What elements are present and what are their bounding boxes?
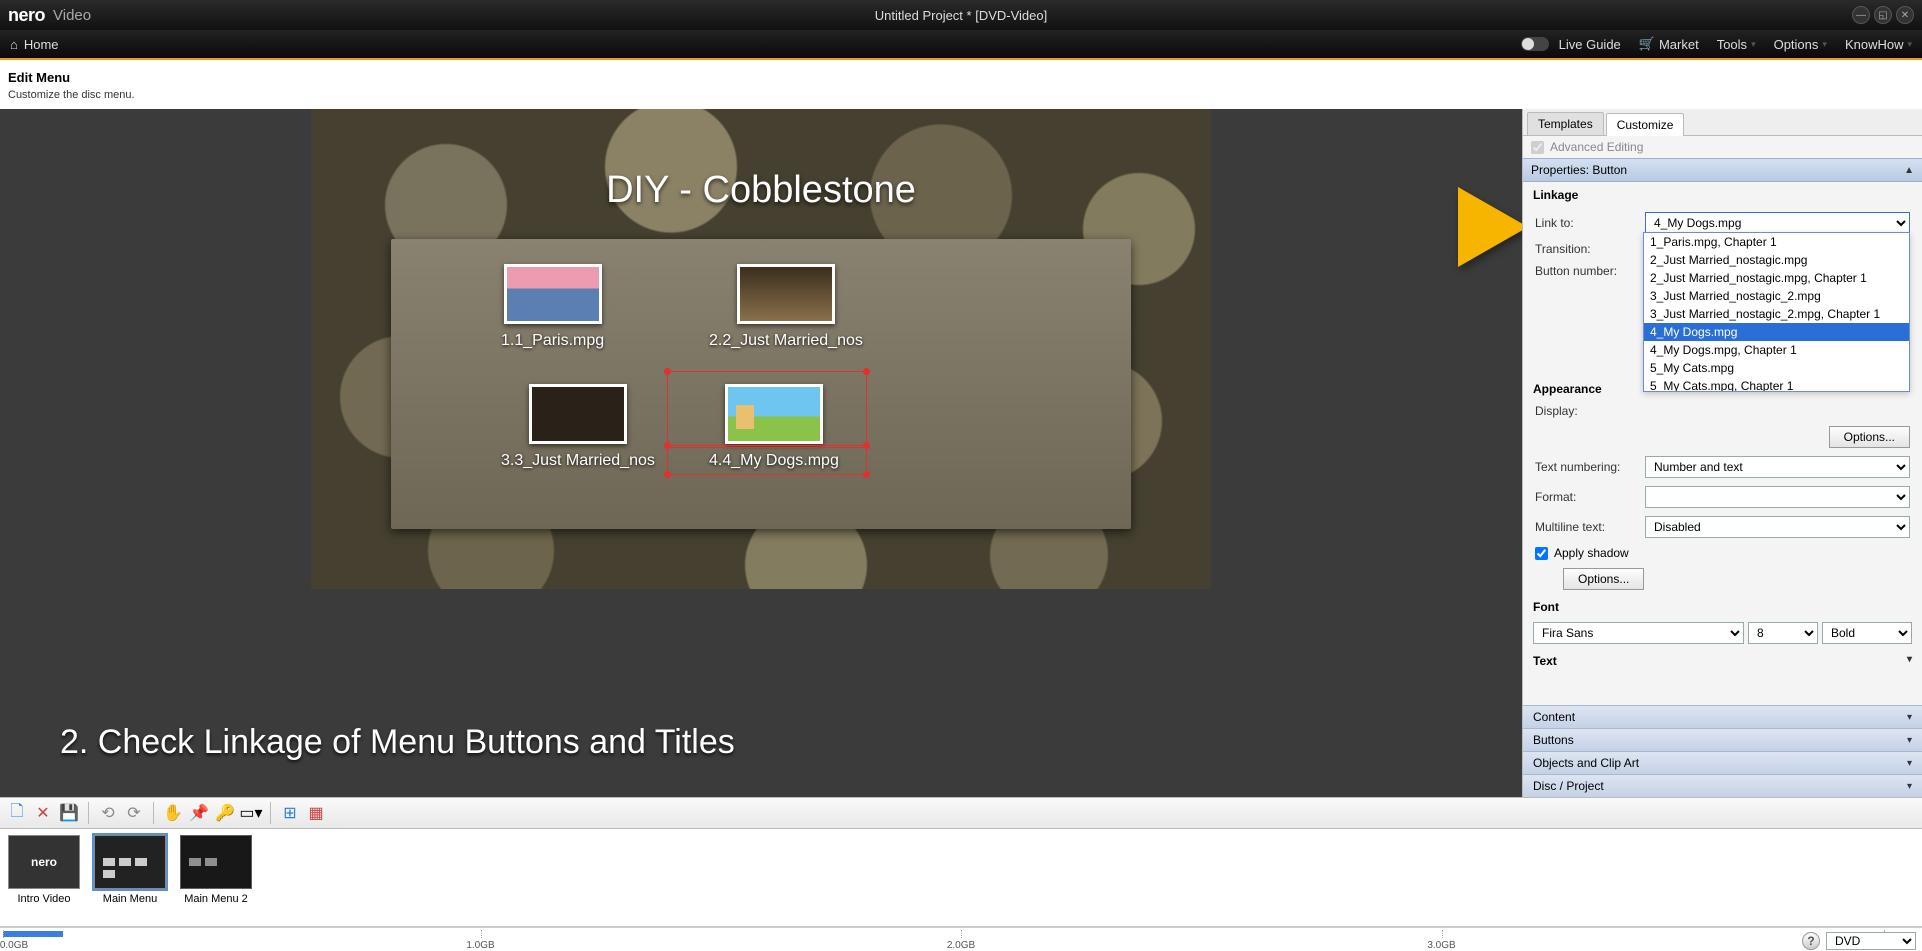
properties-header[interactable]: Properties: Button▲	[1523, 158, 1922, 182]
knowhow-menu[interactable]: KnowHow ▾	[1845, 37, 1912, 52]
titlebar: nero Video Untitled Project * [DVD-Video…	[0, 0, 1922, 30]
project-title: Untitled Project * [DVD-Video]	[875, 8, 1047, 23]
page-description: Customize the disc menu.	[0, 89, 1922, 109]
capacity-meter: 0.0GB 1.0GB 2.0GB 3.0GB 4.0GB ? DVD	[0, 927, 1922, 951]
tools-menu[interactable]: Tools ▾	[1717, 37, 1756, 52]
tutorial-arrow-icon	[1458, 187, 1522, 267]
thumb-main-menu-2[interactable]: Main Menu 2	[180, 835, 252, 905]
tab-customize[interactable]: Customize	[1606, 113, 1685, 136]
transition-label: Transition:	[1535, 242, 1645, 256]
layers-icon[interactable]: ▭▾	[240, 802, 262, 824]
format-select[interactable]	[1645, 486, 1910, 508]
editor-toolbar: 🗋 ✕ 💾 ⟲ ⟳ ✋ 📌 🔑 ▭▾ ⊞ ▦	[0, 797, 1922, 829]
menu-stage[interactable]: DIY - Cobblestone 1.1_Paris.mpg 2.2_Just…	[311, 109, 1211, 589]
multiline-label: Multiline text:	[1535, 520, 1645, 534]
link-option[interactable]: 5_My Cats.mpg, Chapter 1	[1644, 377, 1909, 392]
selection-box[interactable]	[667, 371, 867, 446]
link-to-select[interactable]: 4_My Dogs.mpg	[1645, 212, 1910, 234]
close-icon[interactable]: ✕	[1896, 6, 1914, 24]
link-option[interactable]: 1_Paris.mpg, Chapter 1	[1644, 233, 1909, 251]
disc-type-select[interactable]: DVD	[1826, 932, 1916, 950]
link-option[interactable]: 2_Just Married_nostagic.mpg	[1644, 251, 1909, 269]
brand-logo: nero	[8, 5, 45, 26]
live-guide-toggle[interactable]: Live Guide	[1521, 37, 1621, 52]
menu-thumbnails: nero Intro Video Main Menu Main Menu 2	[0, 829, 1922, 927]
linkage-header: Linkage	[1523, 182, 1922, 206]
font-size-select[interactable]: 8	[1748, 622, 1818, 644]
link-option[interactable]: 4_My Dogs.mpg, Chapter 1	[1644, 341, 1909, 359]
save-icon[interactable]: 💾	[58, 802, 80, 824]
accordion-disc[interactable]: Disc / Project▾	[1523, 774, 1922, 797]
new-icon[interactable]: 🗋	[6, 802, 28, 824]
apply-shadow-label: Apply shadow	[1554, 546, 1629, 560]
link-option[interactable]: 5_My Cats.mpg	[1644, 359, 1909, 377]
menubar: ⌂ Home Live Guide 🛒Market Tools ▾ Option…	[0, 30, 1922, 60]
button-number-label: Button number:	[1535, 264, 1645, 278]
font-header: Font	[1523, 594, 1922, 618]
undo-icon[interactable]: ⟲	[97, 802, 119, 824]
link-option-selected[interactable]: 4_My Dogs.mpg	[1644, 323, 1909, 341]
display-label: Display:	[1535, 404, 1645, 418]
menu-button-2[interactable]: 2.2_Just Married_nos	[709, 264, 863, 350]
thumb-paris-icon	[504, 264, 602, 324]
menu-title[interactable]: DIY - Cobblestone	[311, 169, 1211, 212]
market-button[interactable]: 🛒Market	[1639, 36, 1699, 52]
link-option[interactable]: 3_Just Married_nostagic_2.mpg, Chapter 1	[1644, 305, 1909, 323]
hierarchy-icon[interactable]: ⊞	[279, 802, 301, 824]
advanced-editing-label: Advanced Editing	[1550, 140, 1643, 154]
key-icon[interactable]: 🔑	[214, 802, 236, 824]
accordion-objects[interactable]: Objects and Clip Art▾	[1523, 751, 1922, 774]
link-option[interactable]: 2_Just Married_nostagic.mpg, Chapter 1	[1644, 269, 1909, 287]
thumb-main-menu[interactable]: Main Menu	[94, 835, 166, 905]
side-panel: Templates Customize Advanced Editing Pro…	[1522, 109, 1922, 797]
font-weight-select[interactable]: Bold	[1822, 622, 1912, 644]
grid-icon[interactable]: ▦	[305, 802, 327, 824]
capacity-used-bar	[3, 931, 63, 937]
maximize-icon[interactable]: ◱	[1874, 6, 1892, 24]
font-family-select[interactable]: Fira Sans	[1533, 622, 1744, 644]
cart-icon: 🛒	[1639, 36, 1655, 52]
app-subtitle: Video	[53, 7, 91, 24]
text-numbering-label: Text numbering:	[1535, 460, 1645, 474]
redo-icon[interactable]: ⟳	[123, 802, 145, 824]
display-options-button[interactable]: Options...	[1829, 426, 1910, 448]
home-button[interactable]: Home	[24, 37, 59, 52]
format-label: Format:	[1535, 490, 1645, 504]
accordion-content[interactable]: Content▾	[1523, 705, 1922, 728]
text-numbering-select[interactable]: Number and text	[1645, 456, 1910, 478]
options-menu[interactable]: Options ▾	[1774, 37, 1827, 52]
help-icon[interactable]: ?	[1802, 932, 1820, 950]
link-to-dropdown[interactable]: 1_Paris.mpg, Chapter 1 2_Just Married_no…	[1643, 232, 1910, 392]
delete-icon[interactable]: ✕	[32, 802, 54, 824]
page-title: Edit Menu	[0, 60, 1922, 89]
thumb-married2-icon	[529, 384, 627, 444]
collapse-icon: ▲	[1904, 165, 1914, 176]
selection-box-label[interactable]	[667, 447, 867, 475]
apply-shadow-checkbox[interactable]	[1535, 547, 1548, 560]
advanced-editing-checkbox[interactable]	[1531, 141, 1544, 154]
menu-button-3[interactable]: 3.3_Just Married_nos	[501, 384, 655, 470]
tab-templates[interactable]: Templates	[1527, 112, 1604, 135]
link-to-label: Link to:	[1535, 216, 1645, 230]
multiline-select[interactable]: Disabled	[1645, 516, 1910, 538]
home-icon[interactable]: ⌂	[10, 37, 18, 52]
text-header: Text▾	[1523, 648, 1922, 672]
link-option[interactable]: 3_Just Married_nostagic_2.mpg	[1644, 287, 1909, 305]
pin-icon[interactable]: 📌	[188, 802, 210, 824]
hand-icon[interactable]: ✋	[162, 802, 184, 824]
shadow-options-button[interactable]: Options...	[1563, 568, 1644, 590]
thumb-married-icon	[737, 264, 835, 324]
preview-area: DIY - Cobblestone 1.1_Paris.mpg 2.2_Just…	[0, 109, 1522, 797]
thumb-intro-video[interactable]: nero Intro Video	[8, 835, 80, 905]
minimize-icon[interactable]: —	[1852, 6, 1870, 24]
menu-button-1[interactable]: 1.1_Paris.mpg	[501, 264, 604, 350]
tutorial-overlay-text: 2. Check Linkage of Menu Buttons and Tit…	[60, 723, 735, 762]
accordion-buttons[interactable]: Buttons▾	[1523, 728, 1922, 751]
